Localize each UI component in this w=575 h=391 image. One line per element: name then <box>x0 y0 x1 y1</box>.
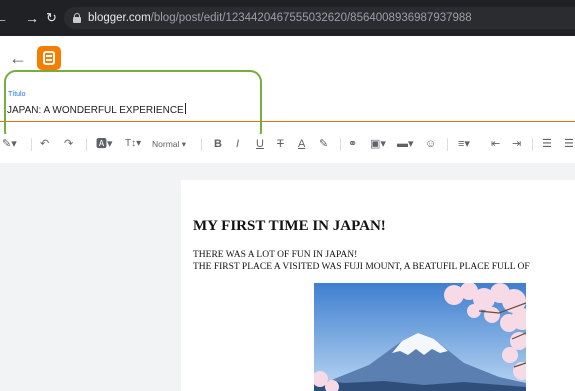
toolbar-divider <box>447 138 448 151</box>
post-paragraph-line-2: THE FIRST PLACE A VISITED WAS FUJI MOUNT… <box>193 262 530 272</box>
reload-icon[interactable]: ↻ <box>46 10 57 26</box>
bold-icon[interactable]: B <box>214 137 222 151</box>
toolbar-divider <box>201 138 202 151</box>
indent-less-icon[interactable]: ⇤ <box>491 137 500 151</box>
blogger-logo-icon[interactable] <box>37 46 61 70</box>
toolbar-divider <box>340 138 341 151</box>
post-heading: MY FIRST TIME IN JAPAN! <box>193 218 386 234</box>
screen: ← → ↻ blogger.com/blog/post/edit/1234420… <box>0 0 575 391</box>
pen-mode-icon[interactable]: ✎▾ <box>2 137 17 151</box>
mount-fuji-image[interactable] <box>314 283 526 391</box>
italic-icon[interactable]: I <box>236 137 239 151</box>
text-size-icon[interactable]: T↕▾ <box>125 137 141 151</box>
toolbar-divider <box>86 138 87 151</box>
highlight-annotation <box>4 70 262 143</box>
toolbar-divider <box>31 138 32 151</box>
link-icon[interactable]: ⚭ <box>348 137 357 151</box>
url-path: /blog/post/edit/1234420467555032620/8564… <box>150 12 472 24</box>
post-body-editor[interactable]: MY FIRST TIME IN JAPAN! THERE WAS A LOT … <box>181 180 575 391</box>
redo-icon[interactable]: ↷ <box>64 137 73 151</box>
paragraph-format-select[interactable]: Normal ▾ <box>152 139 186 150</box>
numbered-list-icon[interactable]: ☰ <box>564 137 574 151</box>
undo-icon[interactable]: ↶ <box>40 137 49 151</box>
indent-more-icon[interactable]: ⇥ <box>512 137 521 151</box>
align-icon[interactable]: ≡▾ <box>458 137 470 151</box>
browser-back-icon[interactable]: ← <box>0 10 8 26</box>
browser-forward-icon[interactable]: → <box>25 10 39 26</box>
underline-icon[interactable]: U <box>256 137 264 151</box>
paragraph-format-label: Normal <box>152 139 180 149</box>
post-paragraph-line-1: THERE WAS A LOT OF FUN IN JAPAN! <box>193 250 358 260</box>
browser-toolbar: ← → ↻ blogger.com/blog/post/edit/1234420… <box>0 0 575 36</box>
text-color-icon[interactable]: A <box>298 137 305 151</box>
font-icon[interactable]: 🅰▾ <box>96 137 113 151</box>
image-icon[interactable]: ▣▾ <box>370 137 386 151</box>
lock-icon <box>73 13 81 23</box>
bulleted-list-icon[interactable]: ☰ <box>542 137 552 151</box>
toolbar-divider <box>532 138 533 151</box>
url-text: blogger.com/blog/post/edit/1234420467555… <box>88 11 472 25</box>
video-icon[interactable]: ▬▾ <box>397 137 414 151</box>
url-host: blogger.com <box>88 12 151 24</box>
emoji-icon[interactable]: ☺ <box>425 137 436 151</box>
formatting-toolbar: ✎▾ ↶ ↷ 🅰▾ T↕▾ Normal ▾ B I U T A ✎ ⚭ ▣▾ … <box>0 134 575 156</box>
address-bar[interactable]: blogger.com/blog/post/edit/1234420467555… <box>64 7 575 29</box>
back-arrow-icon[interactable]: ← <box>9 48 27 69</box>
highlight-color-icon[interactable]: ✎ <box>319 137 328 151</box>
strikethrough-icon[interactable]: T <box>277 137 284 151</box>
